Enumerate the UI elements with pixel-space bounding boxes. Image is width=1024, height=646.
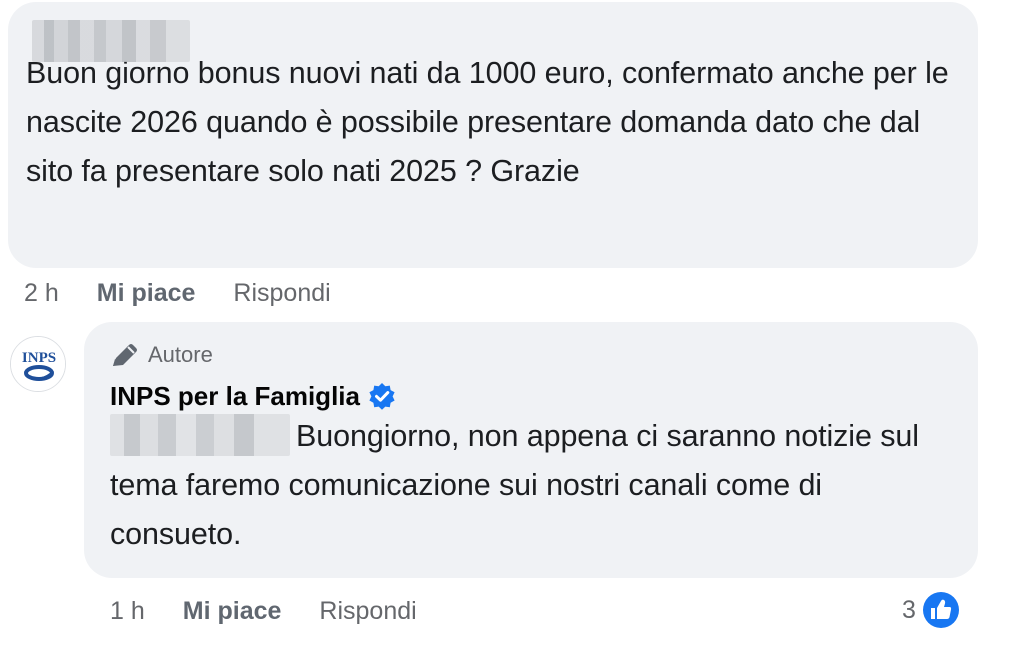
pencil-icon: [113, 344, 137, 366]
redacted-author-name: [32, 20, 190, 62]
comment-actions: 2 h Mi piace Rispondi: [24, 276, 331, 310]
comment-bubble: Buon giorno bonus nuovi nati da 1000 eur…: [8, 2, 978, 268]
reply-text-container: Buongiorno, non appena ci saranno notizi…: [110, 412, 952, 559]
redacted-mention: [110, 414, 290, 456]
author-badge-label: Autore: [148, 342, 213, 367]
like-reaction-icon: [920, 590, 961, 630]
inps-logo-icon: INPS: [11, 337, 65, 391]
reaction-count: 3: [902, 595, 916, 624]
verified-badge-icon: [369, 383, 395, 410]
avatar[interactable]: INPS: [10, 336, 66, 392]
comment-timestamp[interactable]: 2 h: [24, 279, 59, 308]
avatar-text: INPS: [22, 350, 56, 366]
comment-text: Buon giorno bonus nuovi nati da 1000 eur…: [26, 56, 949, 188]
like-button[interactable]: Mi piace: [97, 279, 196, 308]
author-badge: Autore: [110, 340, 952, 370]
reaction-summary[interactable]: 3: [902, 588, 962, 632]
reply-button[interactable]: Rispondi: [233, 279, 330, 308]
like-button[interactable]: Mi piace: [183, 597, 282, 626]
author-name[interactable]: INPS per la Famiglia: [110, 381, 360, 412]
reply-timestamp[interactable]: 1 h: [110, 597, 145, 626]
author-name-row: INPS per la Famiglia: [110, 380, 952, 412]
reply-actions: 1 h Mi piace Rispondi: [110, 594, 417, 628]
reply-button[interactable]: Rispondi: [319, 597, 416, 626]
reply-bubble: Autore INPS per la Famiglia Buongiorno, …: [84, 322, 978, 578]
